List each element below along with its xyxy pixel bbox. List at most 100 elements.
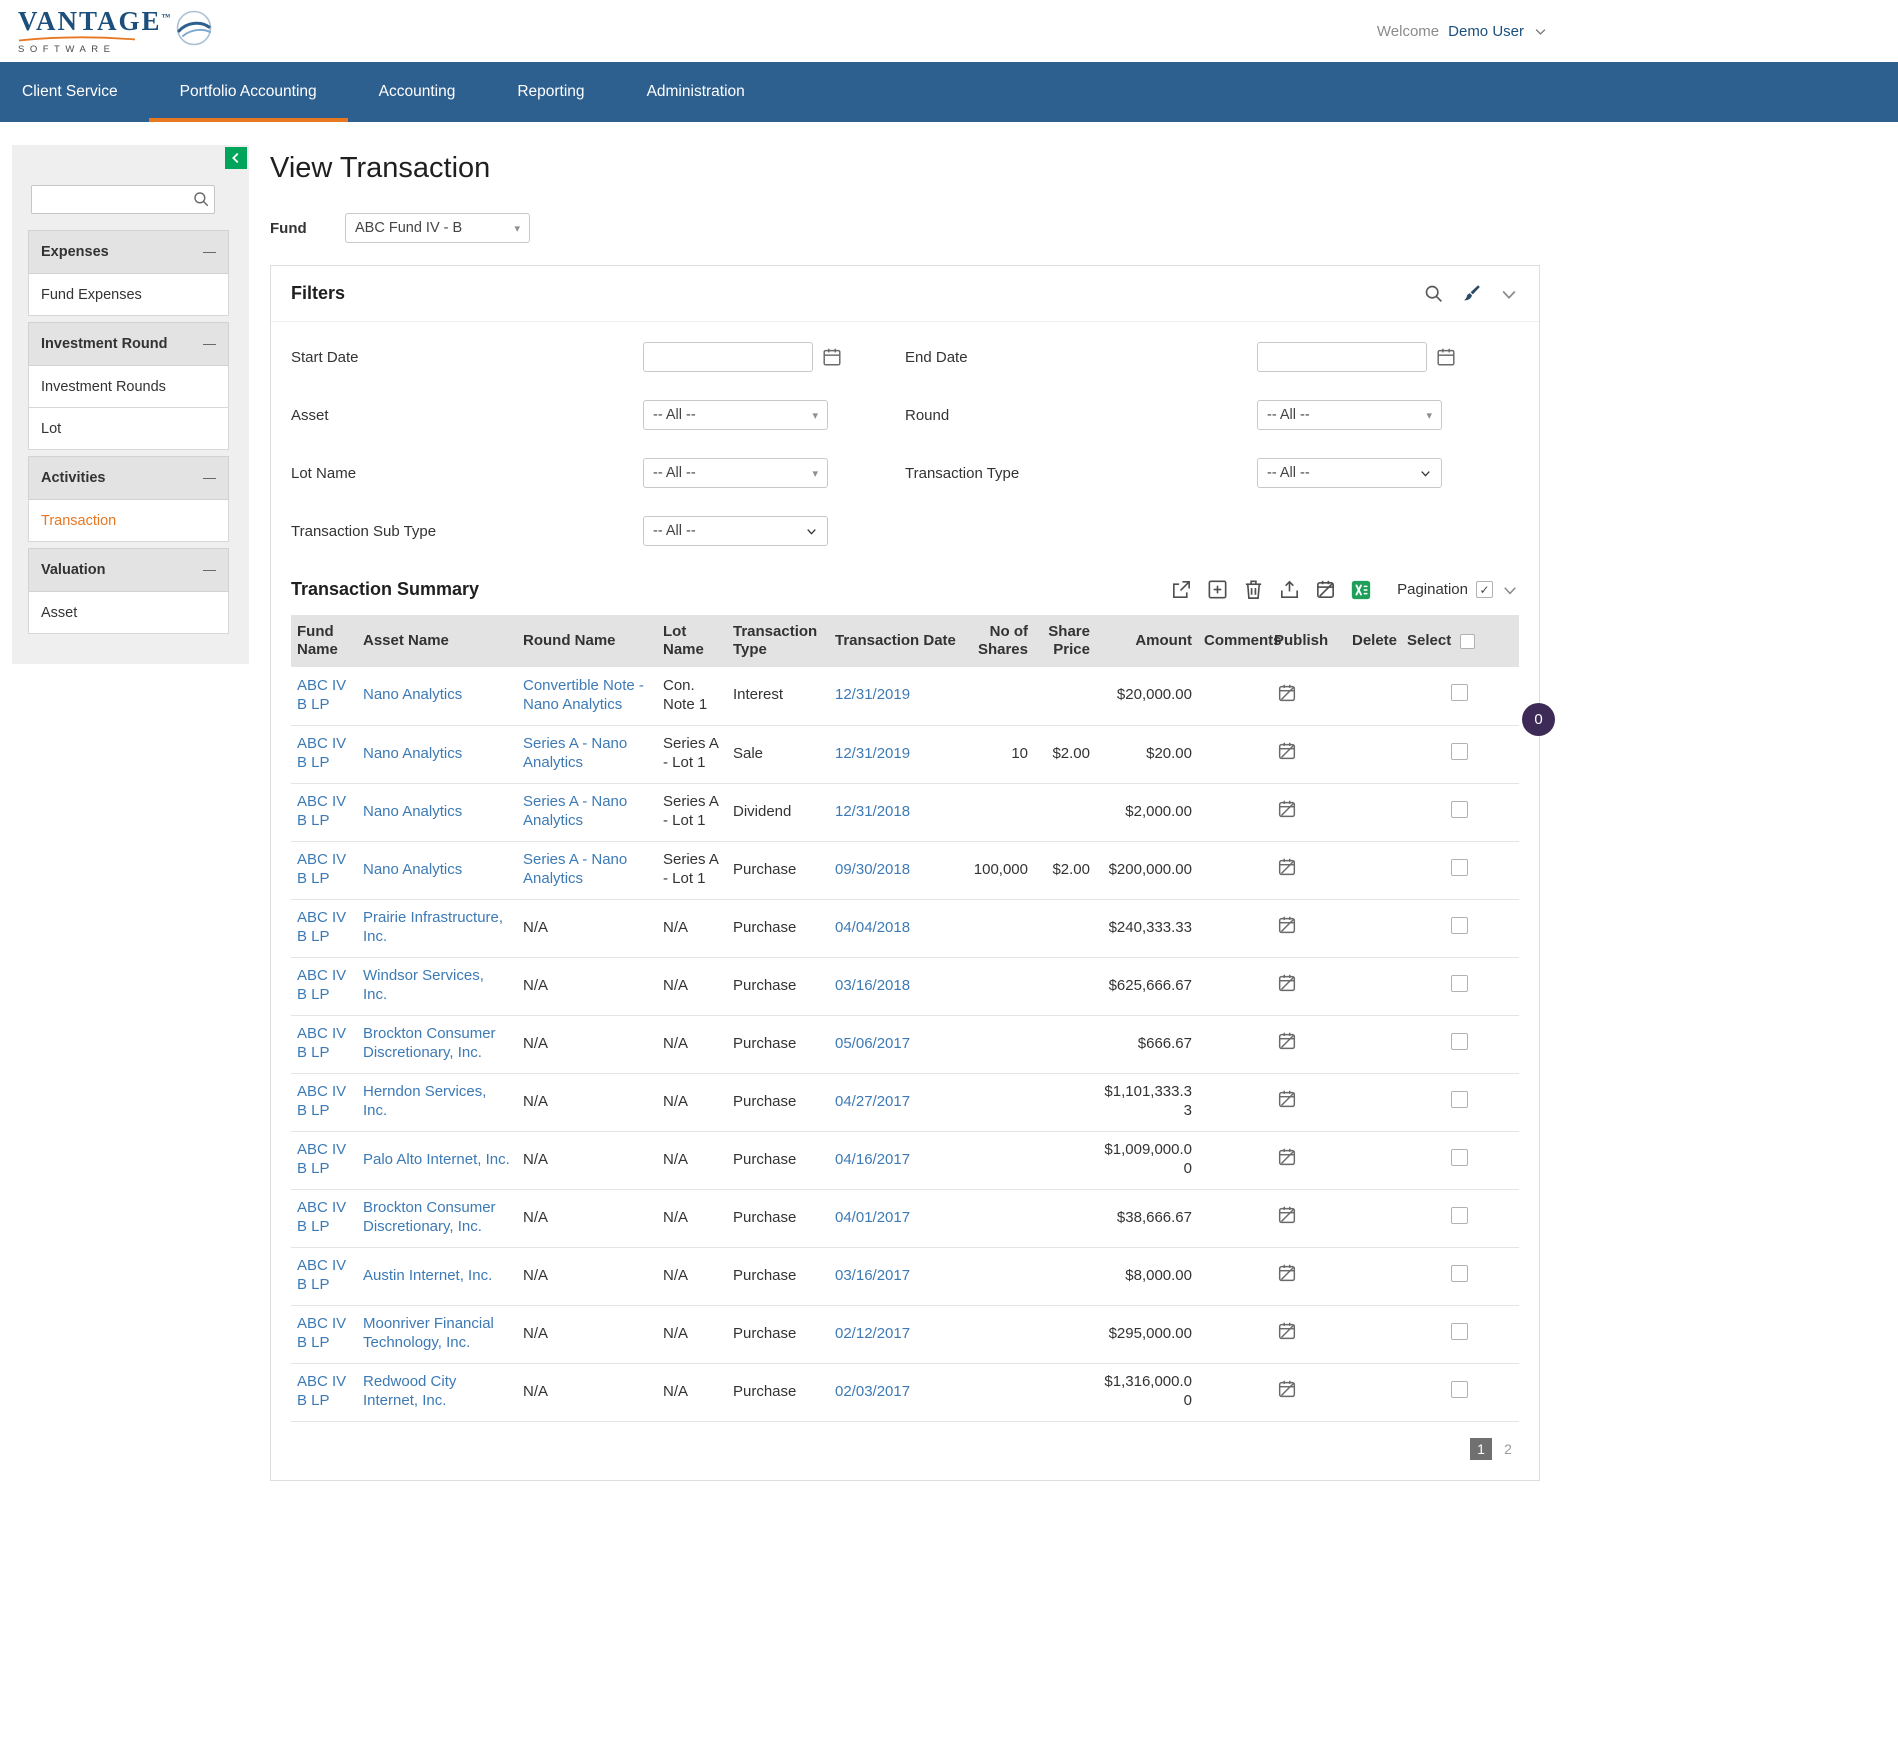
- fund-name-link[interactable]: ABC IV B LP: [297, 851, 346, 887]
- row-select-checkbox[interactable]: [1451, 917, 1468, 934]
- row-select-checkbox[interactable]: [1451, 1149, 1468, 1166]
- fund-name-link[interactable]: ABC IV B LP: [297, 677, 346, 713]
- nav-item-administration[interactable]: Administration: [616, 62, 776, 122]
- asset-name-link[interactable]: Brockton Consumer Discretionary, Inc.: [363, 1025, 496, 1061]
- unpublish-icon[interactable]: [1276, 1262, 1298, 1284]
- unpublish-icon[interactable]: [1276, 972, 1298, 994]
- end-date-input[interactable]: [1257, 342, 1427, 372]
- unpublish-icon[interactable]: [1276, 1030, 1298, 1052]
- calendar-icon[interactable]: [821, 346, 843, 368]
- add-icon[interactable]: [1206, 578, 1229, 601]
- transaction-date-link[interactable]: 12/31/2019: [835, 745, 910, 762]
- unpublish-icon[interactable]: [1276, 1320, 1298, 1342]
- sidebar-section-header[interactable]: Expenses: [28, 230, 229, 274]
- transaction-date-link[interactable]: 04/04/2018: [835, 919, 910, 936]
- notification-badge[interactable]: 0: [1522, 703, 1555, 736]
- round-select[interactable]: -- All --: [1257, 400, 1442, 430]
- row-select-checkbox[interactable]: [1451, 1091, 1468, 1108]
- row-select-checkbox[interactable]: [1451, 1323, 1468, 1340]
- select-all-checkbox[interactable]: [1460, 634, 1475, 649]
- nav-item-client-service[interactable]: Client Service: [0, 62, 149, 122]
- row-select-checkbox[interactable]: [1451, 1381, 1468, 1398]
- transaction-date-link[interactable]: 04/27/2017: [835, 1093, 910, 1110]
- fund-name-link[interactable]: ABC IV B LP: [297, 909, 346, 945]
- asset-name-link[interactable]: Moonriver Financial Technology, Inc.: [363, 1315, 494, 1351]
- lot-name-select[interactable]: -- All --: [643, 458, 828, 488]
- round-name[interactable]: Series A - Nano Analytics: [523, 793, 627, 829]
- transaction-date-link[interactable]: 04/16/2017: [835, 1151, 910, 1168]
- calendar-icon[interactable]: [1435, 346, 1457, 368]
- transaction-date-link[interactable]: 09/30/2018: [835, 861, 910, 878]
- fund-name-link[interactable]: ABC IV B LP: [297, 1083, 346, 1119]
- unpublish-icon[interactable]: [1276, 798, 1298, 820]
- transaction-type-select[interactable]: -- All --: [1257, 458, 1442, 488]
- round-name[interactable]: Convertible Note - Nano Analytics: [523, 677, 644, 713]
- user-menu[interactable]: Welcome Demo User: [1377, 23, 1548, 40]
- transaction-date-link[interactable]: 03/16/2018: [835, 977, 910, 994]
- fund-name-link[interactable]: ABC IV B LP: [297, 1199, 346, 1235]
- clear-filters-icon[interactable]: [1461, 283, 1482, 304]
- sidebar-section-header[interactable]: Activities: [28, 456, 229, 500]
- transaction-date-link[interactable]: 04/01/2017: [835, 1209, 910, 1226]
- search-icon[interactable]: [1423, 283, 1444, 304]
- copy-icon[interactable]: [1170, 578, 1193, 601]
- row-select-checkbox[interactable]: [1451, 859, 1468, 876]
- row-select-checkbox[interactable]: [1451, 684, 1468, 701]
- start-date-input[interactable]: [643, 342, 813, 372]
- row-select-checkbox[interactable]: [1451, 1033, 1468, 1050]
- unpublish-icon[interactable]: [1276, 1146, 1298, 1168]
- transaction-date-link[interactable]: 02/12/2017: [835, 1325, 910, 1342]
- unpublish-icon[interactable]: [1276, 1088, 1298, 1110]
- sidebar-item-lot[interactable]: Lot: [28, 408, 229, 450]
- asset-name-link[interactable]: Austin Internet, Inc.: [363, 1267, 492, 1284]
- unpublish-icon[interactable]: [1276, 914, 1298, 936]
- asset-select[interactable]: -- All --: [643, 400, 828, 430]
- row-select-checkbox[interactable]: [1451, 801, 1468, 818]
- search-icon[interactable]: [192, 190, 210, 208]
- export-icon[interactable]: [1278, 578, 1301, 601]
- row-select-checkbox[interactable]: [1451, 743, 1468, 760]
- round-name[interactable]: Series A - Nano Analytics: [523, 851, 627, 887]
- asset-name-link[interactable]: Nano Analytics: [363, 803, 462, 820]
- unpublish-icon[interactable]: [1276, 1378, 1298, 1400]
- fund-name-link[interactable]: ABC IV B LP: [297, 735, 346, 771]
- transaction-date-link[interactable]: 12/31/2019: [835, 686, 910, 703]
- fund-name-link[interactable]: ABC IV B LP: [297, 1373, 346, 1409]
- fund-name-link[interactable]: ABC IV B LP: [297, 1025, 346, 1061]
- round-name[interactable]: Series A - Nano Analytics: [523, 735, 627, 771]
- unpublish-icon[interactable]: [1276, 740, 1298, 762]
- asset-name-link[interactable]: Brockton Consumer Discretionary, Inc.: [363, 1199, 496, 1235]
- transaction-date-link[interactable]: 05/06/2017: [835, 1035, 910, 1052]
- row-select-checkbox[interactable]: [1451, 975, 1468, 992]
- sidebar-item-transaction[interactable]: Transaction: [28, 500, 229, 542]
- asset-name-link[interactable]: Palo Alto Internet, Inc.: [363, 1151, 510, 1168]
- unpublish-icon[interactable]: [1314, 578, 1337, 601]
- row-select-checkbox[interactable]: [1451, 1207, 1468, 1224]
- fund-name-link[interactable]: ABC IV B LP: [297, 793, 346, 829]
- asset-name-link[interactable]: Nano Analytics: [363, 861, 462, 878]
- chevron-down-icon[interactable]: [1501, 581, 1519, 599]
- sidebar-search-input[interactable]: [31, 185, 215, 214]
- fund-name-link[interactable]: ABC IV B LP: [297, 1141, 346, 1177]
- asset-name-link[interactable]: Nano Analytics: [363, 745, 462, 762]
- unpublish-icon[interactable]: [1276, 856, 1298, 878]
- transaction-date-link[interactable]: 02/03/2017: [835, 1383, 910, 1400]
- pagination-page-2[interactable]: 2: [1497, 1438, 1519, 1460]
- fund-name-link[interactable]: ABC IV B LP: [297, 1315, 346, 1351]
- asset-name-link[interactable]: Redwood City Internet, Inc.: [363, 1373, 456, 1409]
- transaction-date-link[interactable]: 03/16/2017: [835, 1267, 910, 1284]
- asset-name-link[interactable]: Prairie Infrastructure, Inc.: [363, 909, 503, 945]
- nav-item-portfolio-accounting[interactable]: Portfolio Accounting: [149, 62, 348, 122]
- pagination-page-1[interactable]: 1: [1470, 1438, 1492, 1460]
- fund-name-link[interactable]: ABC IV B LP: [297, 967, 346, 1003]
- sidebar-item-fund-expenses[interactable]: Fund Expenses: [28, 274, 229, 316]
- sidebar-item-investment-rounds[interactable]: Investment Rounds: [28, 366, 229, 408]
- excel-icon[interactable]: [1350, 579, 1372, 601]
- sidebar-collapse-button[interactable]: [225, 147, 247, 169]
- pagination-checkbox[interactable]: [1476, 581, 1493, 598]
- fund-select[interactable]: ABC Fund IV - B: [345, 213, 530, 243]
- nav-item-accounting[interactable]: Accounting: [348, 62, 487, 122]
- row-select-checkbox[interactable]: [1451, 1265, 1468, 1282]
- asset-name-link[interactable]: Windsor Services, Inc.: [363, 967, 484, 1003]
- transaction-sub-type-select[interactable]: -- All --: [643, 516, 828, 546]
